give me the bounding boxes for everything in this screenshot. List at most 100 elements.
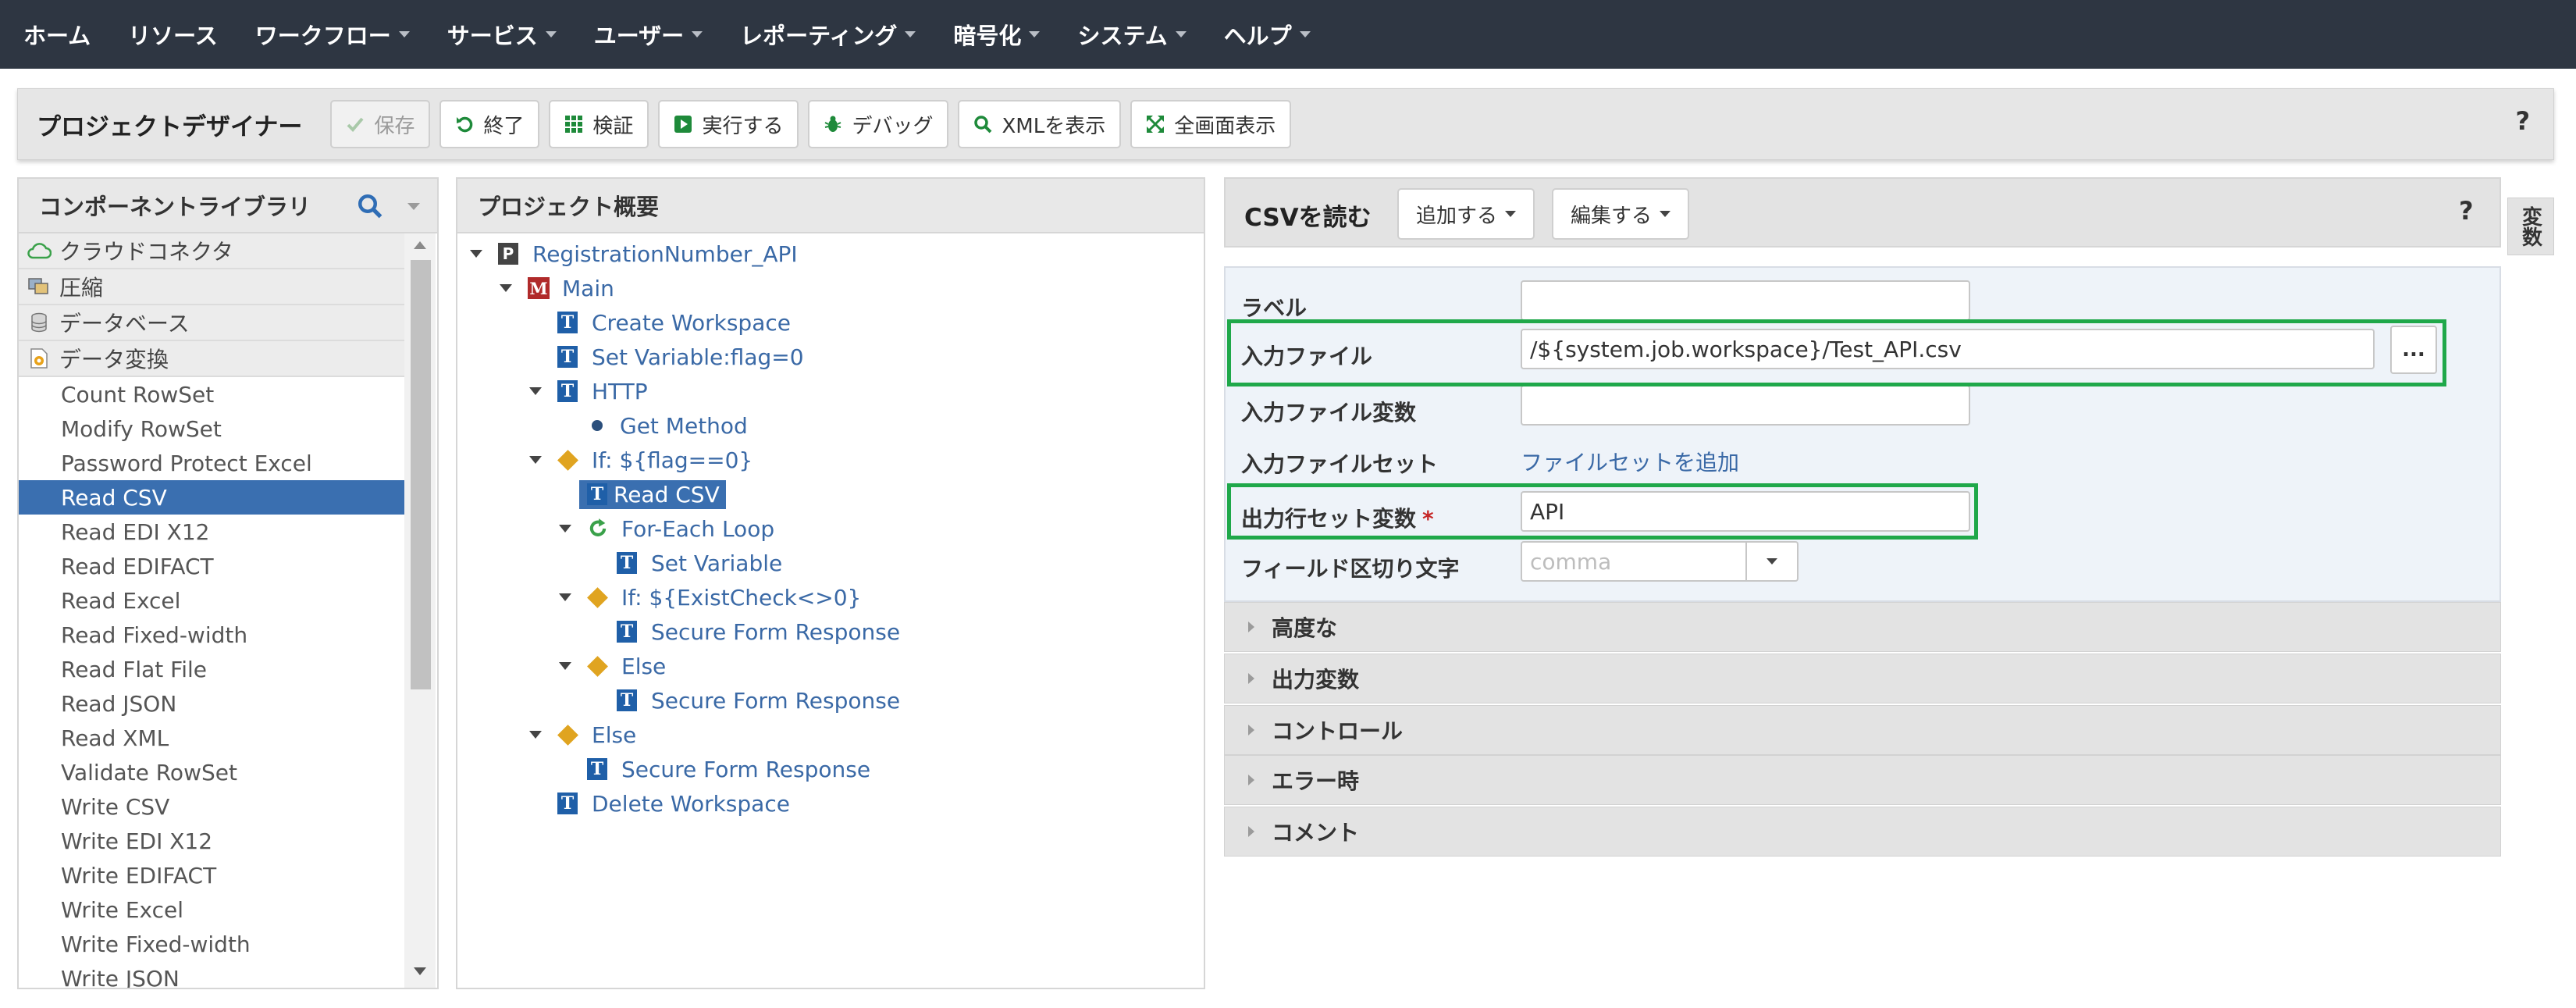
- category-label: 圧縮: [59, 275, 104, 301]
- scroll-thumb[interactable]: [411, 260, 431, 689]
- save-button[interactable]: 保存: [330, 100, 431, 148]
- chevron-down-icon[interactable]: [407, 203, 420, 210]
- library-item[interactable]: Read EDI X12: [19, 515, 404, 549]
- nav-system[interactable]: システム: [1059, 0, 1204, 69]
- tree-node-condition[interactable]: Else: [457, 718, 1204, 752]
- add-fileset-link[interactable]: ファイルセットを追加: [1521, 446, 1739, 477]
- project-designer-toolbar: プロジェクトデザイナー 保存 終了 検証 実行する デバッグ XMLを表示 全画…: [17, 88, 2554, 160]
- tree-node-task[interactable]: T Secure Form Response: [457, 752, 1204, 786]
- nav-users[interactable]: ユーザー: [575, 0, 721, 69]
- library-item[interactable]: Write EDIFACT: [19, 858, 404, 892]
- category-cloud-connectors[interactable]: クラウドコネクタ: [19, 233, 404, 269]
- view-xml-button[interactable]: XMLを表示: [958, 100, 1122, 148]
- task-icon: T: [617, 552, 637, 574]
- properties-panel: CSVを読む 追加する 編集する ? ラベル 入力ファイル /${system.…: [1224, 177, 2501, 864]
- tree-node-task[interactable]: T Create Workspace: [457, 305, 1204, 340]
- category-database[interactable]: データベース: [19, 305, 404, 341]
- tree-node-task[interactable]: T Set Variable: [457, 546, 1204, 580]
- field-delimiter-dropdown-button[interactable]: [1747, 541, 1799, 582]
- library-item[interactable]: Write EDI X12: [19, 824, 404, 858]
- library-item[interactable]: Write Excel: [19, 892, 404, 927]
- library-list: クラウドコネクタ 圧縮 データベース データ変換 Count RowSet Mo…: [19, 233, 404, 988]
- tree-node-method[interactable]: Get Method: [457, 408, 1204, 443]
- collapse-arrow-icon[interactable]: [470, 250, 482, 258]
- add-dropdown-button[interactable]: 追加する: [1397, 188, 1535, 240]
- section-advanced[interactable]: 高度な: [1224, 602, 2501, 652]
- category-data-transform[interactable]: データ変換: [19, 341, 404, 377]
- close-button[interactable]: 終了: [439, 100, 540, 148]
- section-comment[interactable]: コメント: [1224, 807, 2501, 857]
- library-item[interactable]: Read EDIFACT: [19, 549, 404, 583]
- input-file-variable-input[interactable]: [1521, 385, 1970, 426]
- collapse-arrow-icon[interactable]: [500, 284, 512, 292]
- nav-reporting[interactable]: レポーティング: [721, 0, 934, 69]
- help-button[interactable]: ?: [2459, 196, 2474, 226]
- help-button[interactable]: ?: [2515, 106, 2530, 136]
- collapse-arrow-icon[interactable]: [559, 662, 571, 670]
- library-item[interactable]: Count RowSet: [19, 377, 404, 411]
- tree-node-task-selected[interactable]: Read CSV T: [457, 477, 1204, 511]
- category-compression[interactable]: 圧縮: [19, 269, 404, 305]
- tree-node-condition[interactable]: Else: [457, 649, 1204, 683]
- variables-side-tab[interactable]: 変数: [2507, 198, 2554, 255]
- nav-help[interactable]: ヘルプ: [1205, 0, 1329, 69]
- search-icon: [973, 115, 992, 134]
- chevron-down-icon: [1299, 31, 1311, 37]
- input-fileset-label: 入力ファイルセット: [1241, 451, 1439, 477]
- debug-button[interactable]: デバッグ: [808, 100, 949, 148]
- tree-node-loop[interactable]: For-Each Loop: [457, 511, 1204, 546]
- collapse-arrow-icon[interactable]: [529, 731, 542, 739]
- input-file-variable-label: 入力ファイル変数: [1241, 400, 1417, 426]
- tree-node-label: Secure Form Response: [651, 618, 901, 645]
- library-item[interactable]: Password Protect Excel: [19, 446, 404, 480]
- section-control[interactable]: コントロール: [1224, 705, 2501, 755]
- library-item[interactable]: Write Fixed-width: [19, 927, 404, 961]
- compress-icon: [27, 276, 52, 297]
- tree-node-condition[interactable]: If: ${flag==0}: [457, 443, 1204, 477]
- library-item[interactable]: Read XML: [19, 721, 404, 755]
- collapse-arrow-icon[interactable]: [529, 387, 542, 395]
- collapse-arrow-icon[interactable]: [559, 525, 571, 532]
- collapse-arrow-icon[interactable]: [559, 593, 571, 601]
- scroll-down-arrow-icon[interactable]: [414, 967, 426, 975]
- search-icon[interactable]: [356, 192, 384, 223]
- field-delimiter-select[interactable]: comma: [1521, 541, 1747, 582]
- tree-node-task[interactable]: T HTTP: [457, 374, 1204, 408]
- library-item[interactable]: Read Flat File: [19, 652, 404, 686]
- tree-node-task[interactable]: T Secure Form Response: [457, 614, 1204, 649]
- library-item-selected[interactable]: Read CSV: [19, 480, 404, 515]
- nav-resources[interactable]: リソース: [109, 0, 237, 69]
- section-output-variables[interactable]: 出力変数: [1224, 654, 2501, 703]
- fullscreen-button[interactable]: 全画面表示: [1130, 100, 1292, 148]
- tree-node-task[interactable]: T Set Variable:flag=0: [457, 340, 1204, 374]
- tree-node-task[interactable]: T Delete Workspace: [457, 786, 1204, 821]
- nav-home[interactable]: ホーム: [0, 0, 109, 69]
- library-item[interactable]: Read Fixed-width: [19, 618, 404, 652]
- collapse-arrow-icon[interactable]: [529, 456, 542, 464]
- run-button[interactable]: 実行する: [658, 100, 799, 148]
- tree-node-project[interactable]: P RegistrationNumber_API: [457, 237, 1204, 271]
- library-item[interactable]: Modify RowSet: [19, 411, 404, 446]
- expand-icon: [1146, 115, 1165, 134]
- scroll-up-arrow-icon[interactable]: [414, 241, 426, 249]
- fullscreen-label: 全画面表示: [1174, 114, 1276, 138]
- nav-encryption[interactable]: 暗号化: [934, 0, 1059, 69]
- module-icon: M: [528, 277, 550, 299]
- tree-node-condition[interactable]: If: ${ExistCheck<>0}: [457, 580, 1204, 614]
- nav-services[interactable]: サービス: [429, 0, 575, 69]
- section-on-error[interactable]: エラー時: [1224, 755, 2501, 805]
- nav-workflow[interactable]: ワークフロー: [237, 0, 429, 69]
- library-item[interactable]: Read JSON: [19, 686, 404, 721]
- edit-dropdown-button[interactable]: 編集する: [1552, 188, 1690, 240]
- library-scrollbar[interactable]: [404, 233, 436, 988]
- library-item[interactable]: Validate RowSet: [19, 755, 404, 789]
- nav-label: ホーム: [23, 23, 91, 49]
- validate-button[interactable]: 検証: [549, 100, 649, 148]
- chevron-down-icon: [1175, 31, 1187, 37]
- tree-node-task[interactable]: T Secure Form Response: [457, 683, 1204, 718]
- label-input[interactable]: [1521, 280, 1970, 321]
- library-item[interactable]: Read Excel: [19, 583, 404, 618]
- library-item[interactable]: Write JSON: [19, 961, 404, 988]
- library-item[interactable]: Write CSV: [19, 789, 404, 824]
- tree-node-module[interactable]: M Main: [457, 271, 1204, 305]
